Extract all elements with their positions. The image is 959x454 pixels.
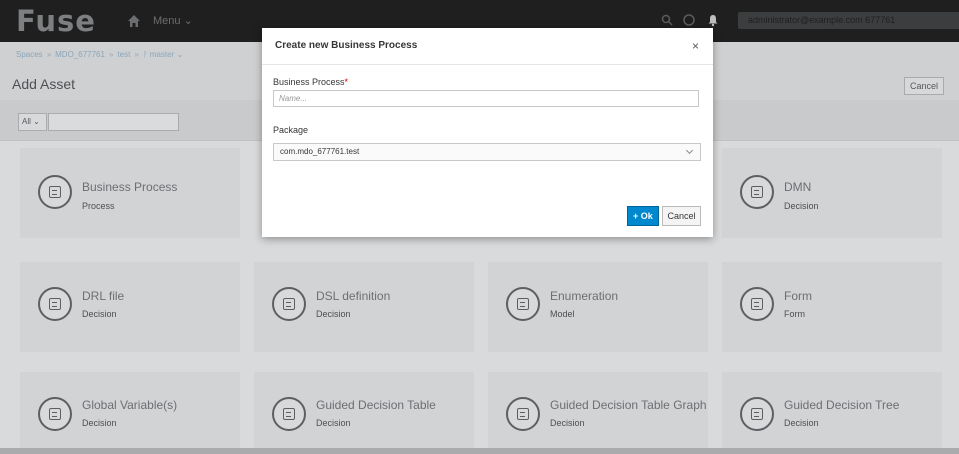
asset-card-global-variables[interactable]: Global Variable(s) Decision [20,372,240,454]
asset-card-category: Decision [550,418,585,428]
asset-card-category: Model [550,309,575,319]
asset-card-drl-file[interactable]: DRL file Decision [20,262,240,352]
asset-filter-select[interactable]: All ⌄ [18,113,47,131]
asset-card-category: Decision [316,418,351,428]
horizontal-scrollbar[interactable] [0,448,959,454]
drl-icon [38,287,72,321]
breadcrumb-space[interactable]: MDO_677761 [55,50,105,59]
breadcrumb-branch[interactable]: master [150,50,174,59]
global-variable-icon [38,397,72,431]
asset-card-category: Process [82,201,115,211]
dsl-icon [272,287,306,321]
breadcrumb-separator: » [46,50,52,59]
asset-card-category: Form [784,309,805,319]
menu-label: Menu [153,15,181,27]
business-process-label: Business Process* [273,77,348,87]
form-icon [740,287,774,321]
asset-card-name: Enumeration [550,289,619,303]
bell-icon[interactable] [706,13,720,27]
asset-card-name: Form [784,289,812,303]
asset-card-name: DMN [784,180,812,194]
help-icon[interactable] [682,13,696,27]
branch-icon: ᚹ [142,50,150,59]
asset-search-input[interactable] [48,113,179,131]
required-marker: * [344,77,349,87]
asset-card-form[interactable]: Form Form [722,262,942,352]
asset-card-name: Business Process [82,180,178,194]
app-page: Fuse Menu ⌄ administrator@example.com 67… [0,0,959,454]
package-select-value: com.mdo_677761.test [280,147,360,156]
asset-card-guided-decision-tree[interactable]: Guided Decision Tree Decision [722,372,942,454]
search-icon[interactable] [660,13,674,27]
asset-card-name: Global Variable(s) [82,398,178,412]
breadcrumb-separator: » [134,50,139,59]
asset-card-name: DSL definition [316,289,391,303]
modal-title: Create new Business Process [275,40,418,51]
modal-divider [262,64,713,65]
user-menu[interactable]: administrator@example.com 677761 [738,12,959,29]
brand-logo[interactable]: Fuse [16,4,96,38]
filter-select-value: All [22,117,31,126]
asset-card-category: Decision [82,309,117,319]
asset-card-category: Decision [82,418,117,428]
package-select[interactable]: com.mdo_677761.test [273,143,701,161]
asset-card-business-process[interactable]: Business Process Process [20,148,240,238]
dmn-icon [740,175,774,209]
guided-decision-table-graph-icon [506,397,540,431]
asset-card-name: Guided Decision Table [316,398,436,412]
close-icon[interactable]: × [692,40,699,52]
process-icon [38,175,72,209]
cancel-button[interactable]: Cancel [662,206,701,226]
asset-card-name: Guided Decision Tree [784,398,900,412]
asset-card-dsl-definition[interactable]: DSL definition Decision [254,262,474,352]
breadcrumb-project[interactable]: test [117,50,130,59]
breadcrumb-spaces[interactable]: Spaces [16,50,43,59]
asset-card-guided-decision-table-graph[interactable]: Guided Decision Table Graph Decision [488,372,708,454]
asset-card-category: Decision [784,418,819,428]
asset-card-category: Decision [316,309,351,319]
cancel-page-button[interactable]: Cancel [904,77,945,95]
menu-dropdown[interactable]: Menu ⌄ [153,14,193,27]
ok-button[interactable]: + Ok [627,206,659,226]
business-process-name-input[interactable]: Name... [273,90,699,107]
asset-card-name: DRL file [82,289,125,303]
guided-decision-tree-icon [740,397,774,431]
asset-card-dmn[interactable]: DMN Decision [722,148,942,238]
business-process-label-text: Business Process [273,77,345,87]
home-icon[interactable] [126,13,142,29]
create-business-process-modal: Create new Business Process × Business P… [262,28,713,237]
package-label: Package [273,125,309,135]
enumeration-icon [506,287,540,321]
asset-card-guided-decision-table[interactable]: Guided Decision Table Decision [254,372,474,454]
guided-decision-table-icon [272,397,306,431]
asset-card-name: Guided Decision Table Graph [550,398,707,412]
asset-card-enumeration[interactable]: Enumeration Model [488,262,708,352]
chevron-down-icon: ⌄ [183,15,193,27]
breadcrumb-separator: » [108,50,114,59]
chevron-down-icon [685,146,694,155]
asset-card-category: Decision [784,201,819,211]
chevron-down-icon[interactable]: ⌄ [174,50,183,59]
breadcrumb: Spaces» MDO_677761» test» ᚹ master ⌄ [16,50,183,59]
page-title: Add Asset [12,76,76,92]
